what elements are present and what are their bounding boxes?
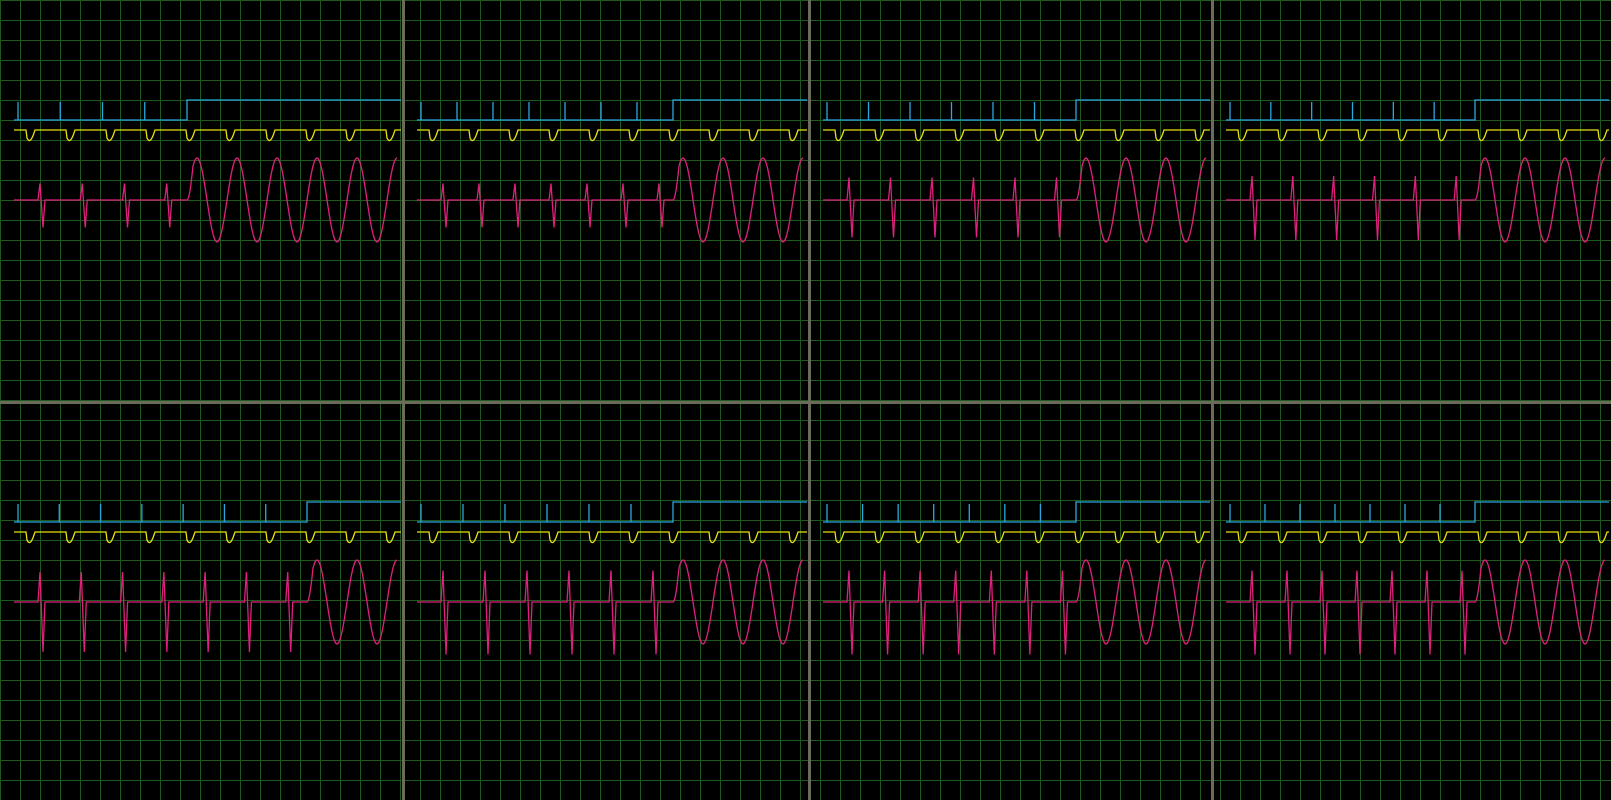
trigger-trace <box>417 99 807 121</box>
trigger-trace <box>1226 99 1609 121</box>
trigger-trace <box>823 99 1210 121</box>
oscilloscope-display <box>0 0 1611 800</box>
signal-trace <box>14 559 398 653</box>
trigger-trace <box>14 501 401 523</box>
trigger-trace <box>823 501 1210 523</box>
trace-layer <box>14 99 1609 655</box>
panel-6 <box>417 501 807 655</box>
panel-7 <box>823 501 1210 655</box>
marker-trace <box>1226 129 1609 142</box>
panel-5 <box>14 501 401 653</box>
trigger-trace <box>1226 501 1609 523</box>
waveform-canvas <box>0 0 1611 800</box>
trigger-trace <box>417 501 807 523</box>
marker-trace <box>14 129 401 142</box>
panel-8 <box>1226 501 1609 655</box>
trigger-trace <box>14 99 401 121</box>
marker-trace <box>823 129 1210 142</box>
marker-trace <box>417 129 807 142</box>
